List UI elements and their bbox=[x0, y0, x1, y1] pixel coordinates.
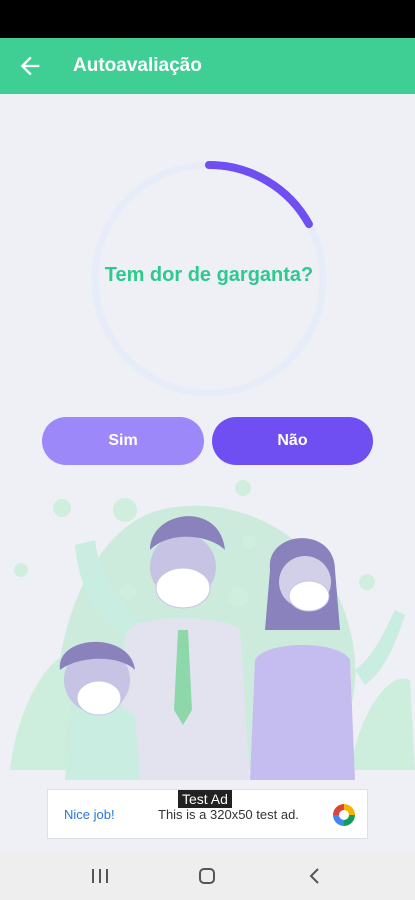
yes-button[interactable]: Sim bbox=[42, 417, 204, 465]
page-title: Autoavaliação bbox=[73, 55, 202, 76]
ad-logo-icon bbox=[333, 804, 355, 826]
masked-family-illustration bbox=[10, 480, 415, 780]
recent-apps-icon[interactable] bbox=[88, 866, 112, 886]
app-bar: Autoavaliação bbox=[0, 38, 415, 94]
home-icon[interactable] bbox=[195, 866, 219, 886]
question-text: Tem dor de garganta? bbox=[104, 264, 314, 286]
status-bar bbox=[0, 0, 415, 38]
no-button[interactable]: Não bbox=[212, 417, 373, 465]
test-ad-badge: Test Ad bbox=[178, 790, 232, 808]
system-nav-bar bbox=[0, 852, 415, 900]
back-icon[interactable] bbox=[303, 866, 327, 886]
arrow-left-icon[interactable] bbox=[16, 52, 44, 80]
ad-nice-text: Nice job! bbox=[64, 807, 115, 822]
ad-description: This is a 320x50 test ad. bbox=[158, 807, 299, 822]
